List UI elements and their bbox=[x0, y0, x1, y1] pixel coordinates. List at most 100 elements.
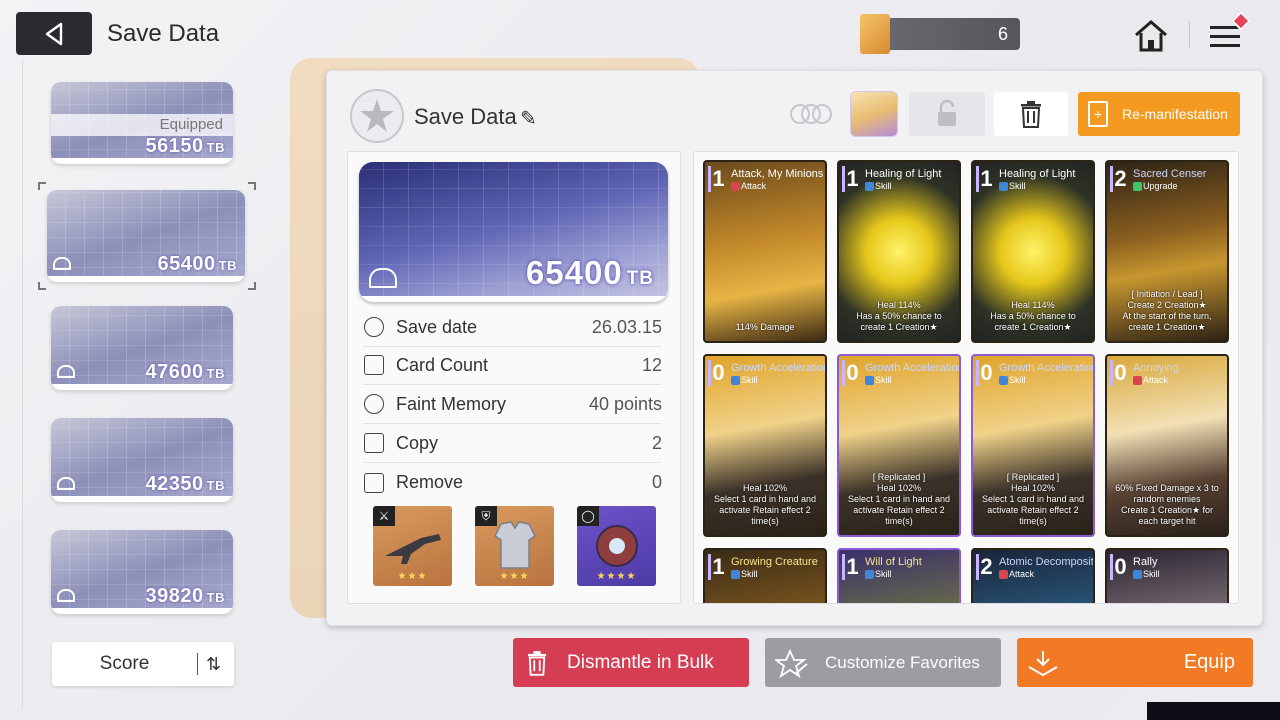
card-desc: 60% Fixed Damage x 3 to random enemies C… bbox=[1115, 483, 1219, 526]
panel-title: Save Data bbox=[414, 104, 517, 129]
dismantle-bulk-button[interactable]: Dismantle in Bulk bbox=[513, 638, 749, 687]
card-desc: Heal 114% Has a 50% chance to create 1 C… bbox=[856, 300, 942, 332]
card-name: Growth Acceleration bbox=[731, 362, 827, 374]
card-name: Annoying bbox=[1133, 362, 1179, 374]
card-name: Sacred Censer bbox=[1133, 168, 1207, 180]
deck-card[interactable]: 1 Healing of Light Skill Heal 114% Has a… bbox=[837, 160, 961, 343]
brain-icon bbox=[364, 394, 384, 414]
lock-button[interactable] bbox=[909, 92, 985, 136]
deck-card[interactable]: 2 Sacred Censer Upgrade [ Initiation / L… bbox=[1105, 160, 1229, 343]
card-type-icon bbox=[865, 182, 874, 191]
sort-label: Score bbox=[99, 653, 150, 674]
card-name: Atomic Decomposition bbox=[999, 556, 1094, 568]
save-slot-selected[interactable]: 65400 TB bbox=[47, 190, 245, 282]
home-icon bbox=[1135, 20, 1167, 52]
card-cost: 0 bbox=[1110, 554, 1128, 580]
equip-download-icon bbox=[1028, 650, 1058, 676]
home-button[interactable] bbox=[1132, 18, 1170, 54]
trash-icon bbox=[1021, 101, 1041, 128]
header-divider bbox=[1189, 22, 1190, 48]
colosseum-icon bbox=[53, 257, 71, 270]
deck-card[interactable]: 0 Rally Skill bbox=[1105, 548, 1229, 603]
card-name: Will of Light bbox=[865, 556, 922, 568]
card-cost: 1 bbox=[976, 166, 994, 192]
save-slot[interactable]: 47600 TB bbox=[51, 306, 233, 390]
stat-faint-memory: Faint Memory 40 points bbox=[362, 385, 662, 424]
edit-name-icon[interactable]: ✎ bbox=[520, 106, 537, 131]
save-slot[interactable]: 42350 TB bbox=[51, 418, 233, 502]
deck-card[interactable]: 1 Healing of Light Skill Heal 114% Has a… bbox=[971, 160, 1095, 343]
card-cost: 1 bbox=[708, 554, 726, 580]
card-cost: 1 bbox=[708, 166, 726, 192]
stat-save-date: Save date 26.03.15 bbox=[362, 308, 662, 347]
colosseum-icon bbox=[57, 589, 75, 602]
card-cost: 0 bbox=[1110, 360, 1128, 386]
equipment-weapon[interactable]: ⚔ ★★★ bbox=[373, 506, 452, 586]
character-portrait[interactable] bbox=[850, 91, 898, 137]
currency-counter: 6 bbox=[860, 14, 1020, 54]
ticket-icon bbox=[860, 14, 890, 54]
card-plus-icon: + bbox=[1088, 101, 1108, 127]
slot-value: 39820 TB bbox=[145, 585, 225, 607]
card-desc: [ Replicated ] Heal 102% Select 1 card i… bbox=[981, 472, 1085, 526]
card-type: Skill bbox=[1009, 181, 1026, 191]
currency-value: 6 bbox=[997, 24, 1008, 44]
save-slot[interactable]: Equipped 56150 TB bbox=[51, 82, 233, 164]
card-desc: Heal 102% Select 1 card in hand and acti… bbox=[713, 483, 817, 526]
card-type-icon bbox=[865, 570, 874, 579]
card-name: Healing of Light bbox=[999, 168, 1076, 180]
slot-value: 42350 TB bbox=[145, 473, 225, 495]
back-arrow-icon bbox=[45, 22, 63, 45]
equipment-armor[interactable]: ⛨ ★★★ bbox=[475, 506, 554, 586]
card-cost: 0 bbox=[976, 360, 994, 386]
card-icon bbox=[364, 355, 384, 375]
card-type-icon bbox=[731, 182, 740, 191]
card-name: Attack, My Minions bbox=[731, 168, 824, 180]
card-desc: [ Initiation / Lead ] Create 2 Creation★… bbox=[1122, 289, 1212, 332]
list-rail bbox=[22, 60, 23, 710]
card-desc: [ Replicated ] Heal 102% Select 1 card i… bbox=[847, 472, 951, 526]
equip-button[interactable]: Equip bbox=[1017, 638, 1253, 687]
slot-value: 65400 TB bbox=[157, 253, 237, 275]
save-data-card: 65400 TB bbox=[359, 162, 668, 302]
card-cost: 2 bbox=[1110, 166, 1128, 192]
card-desc: Heal 114% Has a 50% chance to create 1 C… bbox=[990, 300, 1076, 332]
delete-button[interactable] bbox=[994, 92, 1068, 136]
card-type: Skill bbox=[741, 569, 758, 579]
menu-button[interactable] bbox=[1208, 11, 1251, 54]
sword-icon: ⚔ bbox=[373, 506, 395, 526]
deck-card[interactable]: 0 Growth Acceleration Skill [ Replicated… bbox=[971, 354, 1095, 537]
deck-card[interactable]: 0 Growth Acceleration Skill [ Replicated… bbox=[837, 354, 961, 537]
sort-button[interactable]: Score ⇅ bbox=[52, 642, 234, 686]
deck-card[interactable]: 1 Growing Creature Skill bbox=[703, 548, 827, 603]
remove-card-icon bbox=[364, 472, 384, 493]
deck-card[interactable]: 0 Annoying Attack 60% Fixed Damage x 3 t… bbox=[1105, 354, 1229, 537]
customize-favorites-button[interactable]: Customize Favorites bbox=[765, 638, 1001, 687]
card-type-icon bbox=[1133, 570, 1142, 579]
remanifestation-button[interactable]: + Re-manifestation bbox=[1078, 92, 1240, 136]
equipment-accessory[interactable]: ◯ ★★★★ bbox=[577, 506, 656, 586]
save-slot[interactable]: 39820 TB bbox=[51, 530, 233, 614]
deck-card[interactable]: 0 Growth Acceleration Skill Heal 102% Se… bbox=[703, 354, 827, 537]
colosseum-icon bbox=[57, 365, 75, 378]
card-type: Attack bbox=[1009, 569, 1035, 579]
card-type-icon bbox=[1133, 182, 1142, 191]
star-badge-icon bbox=[350, 89, 404, 143]
deck-card[interactable]: 1 Attack, My Minions Attack 114% Damage bbox=[703, 160, 827, 343]
back-button[interactable] bbox=[16, 12, 92, 55]
card-cost: 1 bbox=[842, 166, 860, 192]
link-rings-icon bbox=[788, 102, 834, 126]
equipped-label: Equipped bbox=[51, 114, 233, 136]
card-cost: 0 bbox=[708, 360, 726, 386]
card-cost: 1 bbox=[842, 554, 860, 580]
deck-card[interactable]: 2 Atomic Decomposition Attack bbox=[971, 548, 1095, 603]
deck-card[interactable]: 1 Will of Light Skill bbox=[837, 548, 961, 603]
card-type-icon bbox=[999, 182, 1008, 191]
card-type: Skill bbox=[875, 181, 892, 191]
slot-value: 47600 TB bbox=[145, 361, 225, 383]
card-type: Skill bbox=[741, 375, 758, 385]
card-type: Skill bbox=[1143, 569, 1160, 579]
card-cost: 0 bbox=[842, 360, 860, 386]
card-name: Healing of Light bbox=[865, 168, 942, 180]
unlock-icon bbox=[938, 100, 956, 126]
